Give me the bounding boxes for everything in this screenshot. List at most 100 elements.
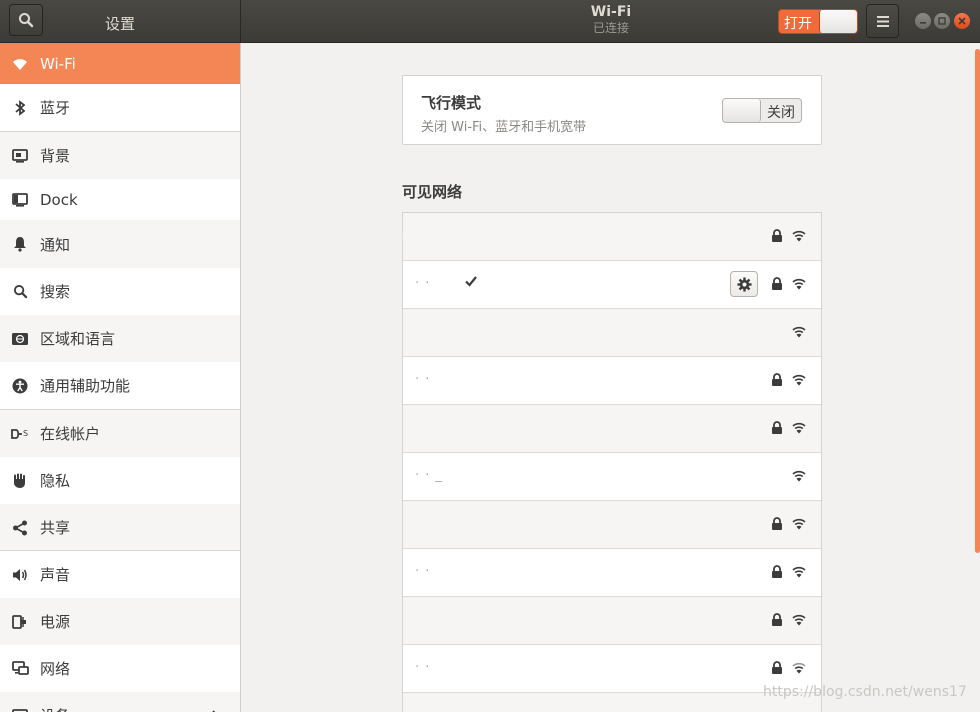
menu-button[interactable] [866,4,899,38]
network-name: · · _ [415,468,444,483]
background-icon [11,147,29,165]
sidebar-item-dock[interactable]: Dock [0,179,240,220]
online-accounts-icon: S [11,425,29,443]
redaction [411,611,457,627]
airplane-mode-card: 飞行模式 关闭 Wi-Fi、蓝牙和手机宽带 关闭 [402,75,822,145]
checkmark-icon [465,276,477,287]
wifi-signal-weak-icon [792,662,806,674]
hamburger-icon [876,15,889,27]
search-icon [11,283,29,301]
dock-icon [11,191,29,209]
wifi-icon [11,55,29,73]
airplane-mode-subtitle: 关闭 Wi-Fi、蓝牙和手机宽带 [421,120,587,135]
panel-status: 已连接 [592,21,629,35]
sidebar-item-accessibility[interactable]: 通用辅助功能 [0,362,240,409]
lock-icon [772,277,782,290]
sidebar-item-wifi[interactable]: Wi-Fi [0,43,240,84]
scrollbar[interactable] [975,49,980,553]
sidebar-item-label: 隐私 [40,472,71,490]
sidebar-item-privacy[interactable]: 隐私 [0,457,240,504]
bluetooth-icon [11,99,29,117]
sidebar-item-devices[interactable]: 设备 [0,692,240,712]
sidebar-item-label: 网络 [40,660,71,678]
network-row[interactable]: c [403,309,821,357]
sidebar-item-label: 区域和语言 [40,330,116,348]
lock-icon [772,661,782,674]
region-icon [11,330,29,348]
maximize-button[interactable] [934,13,950,29]
lock-icon [772,229,782,242]
sidebar-item-label: 在线帐户 [40,425,101,443]
network-row[interactable]: · [403,501,821,549]
sidebar-item-label: 声音 [40,566,71,584]
sidebar-item-background[interactable]: 背景 [0,132,240,179]
minimize-button[interactable] [915,13,931,29]
sidebar-item-label: Dock [40,190,78,209]
sidebar-item-notifications[interactable]: 通知 [0,220,240,268]
network-row[interactable]: · [403,597,821,645]
sidebar-item-label: 通知 [40,235,71,254]
network-row[interactable]: · · [403,645,821,693]
search-button[interactable] [9,4,43,36]
network-settings-button[interactable] [730,271,758,297]
bell-icon [11,235,29,253]
sidebar-item-label: 蓝牙 [40,99,71,117]
sidebar-item-label: Wi-Fi [40,54,76,73]
wifi-toggle[interactable]: 打开 [778,9,858,34]
watermark: https://blog.csdn.net/wens17 [763,684,967,700]
sidebar-item-region[interactable]: 区域和语言 [0,315,240,362]
network-row[interactable]: · [403,213,821,261]
header-bar: 设置 Wi-Fi 已连接 打开 [0,0,980,43]
main-panel: 飞行模式 关闭 Wi-Fi、蓝牙和手机宽带 关闭 可见网络 · · · · · … [241,43,980,712]
network-row-connected[interactable]: · · [403,261,821,309]
lock-icon [772,613,782,626]
gear-icon [736,276,752,292]
sidebar-item-search[interactable]: 搜索 [0,268,240,315]
lock-icon [772,373,782,386]
close-icon [958,17,966,25]
panel-title-block: Wi-Fi 已连接 [480,4,742,36]
maximize-icon [938,17,946,25]
network-row[interactable]: · · _ [403,453,821,501]
wifi-toggle-knob [819,10,857,33]
wifi-signal-icon [792,278,806,290]
network-row[interactable]: · · [403,357,821,405]
sidebar-item-online-accounts[interactable]: S 在线帐户 [0,410,240,457]
network-row[interactable] [403,693,821,712]
close-button[interactable] [954,13,970,29]
wifi-signal-icon [792,614,806,626]
airplane-toggle-label: 关闭 [767,105,795,121]
accessibility-icon [11,377,29,395]
wifi-signal-icon [792,422,806,434]
wifi-signal-icon [792,374,806,386]
network-icon [11,660,29,678]
wifi-signal-icon [792,566,806,578]
visible-networks-title: 可见网络 [402,183,463,201]
sidebar-item-power[interactable]: 电源 [0,598,240,645]
svg-text:S: S [23,429,28,438]
devices-icon [11,707,29,712]
sidebar-item-bluetooth[interactable]: 蓝牙 [0,84,240,131]
sidebar-item-label: 设备 [40,705,70,712]
sidebar-item-label: 通用辅助功能 [40,377,131,395]
sidebar-item-label: 共享 [40,519,71,537]
airplane-toggle-knob [723,99,761,122]
network-name: · · [415,660,431,675]
network-name: · · [415,564,431,579]
header-left: 设置 [0,0,241,43]
network-row[interactable]: · [403,405,821,453]
sidebar-item-network[interactable]: 网络 [0,645,240,692]
redaction [403,229,431,243]
sidebar-item-sound[interactable]: 声音 [0,551,240,598]
lock-icon [772,517,782,530]
network-row[interactable]: · · [403,549,821,597]
redaction [409,419,489,435]
hand-icon [11,472,29,490]
minimize-icon [920,22,926,24]
wifi-signal-icon [792,518,806,530]
airplane-mode-toggle[interactable]: 关闭 [722,98,802,123]
share-icon [11,519,29,537]
speaker-icon [11,566,29,584]
sidebar-item-sharing[interactable]: 共享 [0,504,240,551]
sidebar-item-label: 背景 [40,147,71,165]
